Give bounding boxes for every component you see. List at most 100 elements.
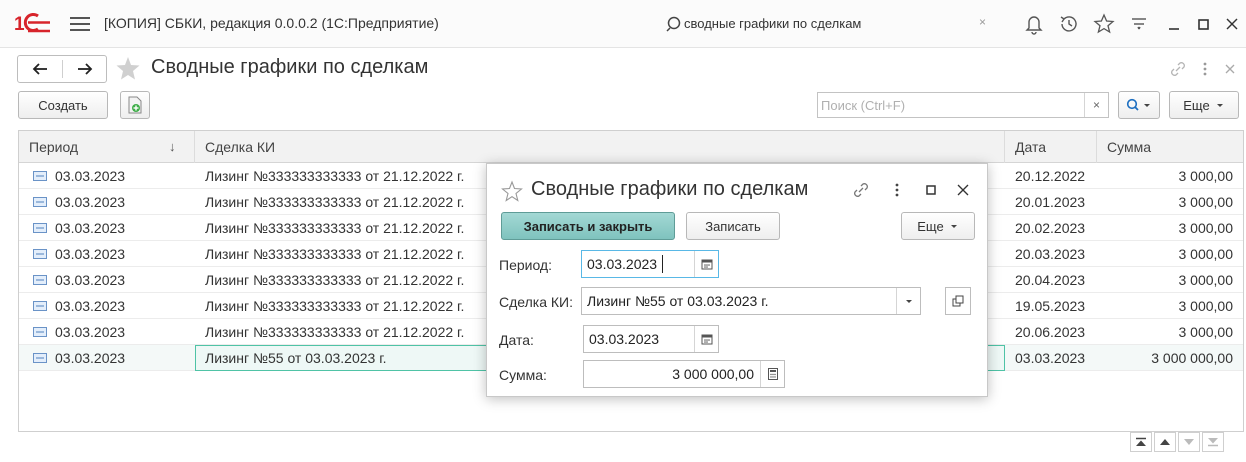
period-cell: 03.03.2023	[55, 350, 126, 366]
search-clear-icon[interactable]: ×	[1084, 93, 1108, 117]
chevron-down-icon	[950, 225, 957, 228]
app-titlebar: 1 [КОПИЯ] СБКИ, редакция 0.0.0.2 (1С:Пре…	[0, 0, 1246, 48]
record-icon	[33, 353, 47, 363]
search-placeholder: Поиск (Ctrl+F)	[821, 98, 906, 113]
double-down-arrow-icon	[1208, 438, 1218, 447]
link-icon[interactable]	[1168, 59, 1188, 79]
date-cell: 20.12.2022	[1015, 168, 1086, 184]
bell-icon[interactable]	[1022, 12, 1046, 36]
date-cell: 20.02.2023	[1015, 220, 1086, 236]
column-sum-header[interactable]: Сумма	[1097, 131, 1243, 163]
calendar-icon	[701, 259, 712, 270]
app-title: [КОПИЯ] СБКИ, редакция 0.0.0.2 (1С:Предп…	[104, 15, 439, 31]
scroll-to-bottom-button[interactable]	[1202, 432, 1224, 452]
record-icon	[33, 249, 47, 259]
save-button[interactable]: Записать	[686, 212, 780, 240]
sum-cell: 3 000,00	[1178, 246, 1234, 262]
dialog-title: Сводные графики по сделкам	[531, 178, 809, 200]
column-date-header[interactable]: Дата	[1005, 131, 1097, 163]
favorites-star-icon[interactable]	[1092, 12, 1116, 36]
deal-field[interactable]: Лизинг №55 от 03.03.2023 г.	[581, 287, 921, 315]
period-field[interactable]: 03.03.2023	[581, 250, 719, 278]
navigation-buttons	[17, 55, 107, 83]
date-value: 03.03.2023	[589, 331, 660, 347]
search-button[interactable]	[1118, 91, 1160, 119]
deal-dropdown-button[interactable]	[896, 288, 920, 314]
dialog-close-icon[interactable]	[953, 180, 973, 200]
column-period-header[interactable]: Период ↓	[19, 131, 195, 163]
chevron-down-icon	[1216, 104, 1223, 107]
period-cell: 03.03.2023	[55, 220, 126, 236]
sort-desc-icon: ↓	[169, 139, 176, 154]
scroll-down-button[interactable]	[1178, 432, 1200, 452]
up-arrow-icon	[1160, 439, 1170, 445]
double-up-arrow-icon	[1136, 437, 1146, 446]
sum-cell: 3 000,00	[1178, 194, 1234, 210]
date-cell: 20.06.2023	[1015, 324, 1086, 340]
copy-button[interactable]	[120, 91, 150, 119]
global-search[interactable]: сводные графики по сделкам ×	[654, 9, 998, 39]
save-and-close-button[interactable]: Записать и закрыть	[501, 212, 675, 240]
global-search-input[interactable]: сводные графики по сделкам	[684, 16, 861, 31]
period-cell: 03.03.2023	[55, 272, 126, 288]
sum-cell: 3 000,00	[1178, 272, 1234, 288]
open-form-icon	[952, 295, 964, 307]
date-field[interactable]: 03.03.2023	[583, 325, 719, 353]
svg-text:1: 1	[14, 14, 25, 34]
add-to-favorites-star-icon[interactable]	[115, 55, 141, 81]
date-cell: 03.03.2023	[1015, 350, 1086, 366]
table-header: Период ↓ Сделка КИ Дата Сумма	[19, 131, 1243, 163]
sum-cell: 3 000,00	[1178, 168, 1234, 184]
column-deal-header[interactable]: Сделка КИ	[195, 131, 1005, 163]
sum-field[interactable]: 3 000 000,00	[583, 360, 785, 388]
sum-cell: 3 000 000,00	[1151, 350, 1233, 366]
minimize-icon[interactable]	[1162, 12, 1186, 36]
search-dropdown-icon	[1126, 98, 1150, 111]
more-button[interactable]: Еще	[1169, 91, 1239, 119]
list-search-input[interactable]: Поиск (Ctrl+F) ×	[817, 92, 1109, 118]
favorite-star-icon[interactable]	[501, 180, 523, 202]
date-label: Дата:	[499, 332, 534, 348]
main-menu-icon[interactable]	[70, 14, 90, 32]
record-icon	[33, 301, 47, 311]
text-cursor	[662, 255, 663, 273]
dialog-maximize-icon[interactable]	[921, 180, 941, 200]
global-search-clear-icon[interactable]: ×	[979, 15, 986, 29]
dialog-more-button[interactable]: Еще	[901, 212, 975, 240]
sum-cell: 3 000,00	[1178, 324, 1234, 340]
date-cell: 20.01.2023	[1015, 194, 1086, 210]
chevron-down-icon	[905, 300, 912, 303]
scroll-to-top-button[interactable]	[1130, 432, 1152, 452]
scroll-up-button[interactable]	[1154, 432, 1176, 452]
dialog-more-label: Еще	[917, 218, 944, 234]
date-calendar-button[interactable]	[694, 326, 718, 352]
deal-value: Лизинг №55 от 03.03.2023 г.	[587, 293, 769, 309]
maximize-icon[interactable]	[1191, 12, 1215, 36]
period-calendar-button[interactable]	[694, 251, 718, 277]
dialog-link-icon[interactable]	[851, 180, 871, 200]
calculator-button[interactable]	[760, 361, 784, 387]
document-add-icon	[128, 96, 142, 114]
back-button[interactable]	[18, 56, 62, 82]
period-cell: 03.03.2023	[55, 298, 126, 314]
date-cell: 20.03.2023	[1015, 246, 1086, 262]
sum-label: Сумма:	[499, 367, 547, 383]
history-icon[interactable]	[1057, 12, 1081, 36]
period-cell: 03.03.2023	[55, 246, 126, 262]
settings-menu-icon[interactable]	[1127, 12, 1151, 36]
create-button[interactable]: Создать	[18, 91, 108, 119]
close-window-icon[interactable]	[1220, 12, 1244, 36]
1c-logo-icon[interactable]: 1	[14, 12, 52, 34]
record-icon	[33, 223, 47, 233]
more-button-label: Еще	[1183, 97, 1210, 113]
more-actions-icon[interactable]	[1195, 59, 1215, 79]
calculator-icon	[767, 368, 778, 380]
close-form-icon[interactable]	[1220, 59, 1240, 79]
dialog-more-icon[interactable]	[887, 180, 907, 200]
sum-cell: 3 000,00	[1178, 298, 1234, 314]
period-cell: 03.03.2023	[55, 194, 126, 210]
period-value: 03.03.2023	[587, 256, 658, 272]
deal-open-button[interactable]	[945, 287, 971, 315]
forward-button[interactable]	[63, 56, 107, 82]
down-arrow-icon	[1184, 439, 1194, 445]
